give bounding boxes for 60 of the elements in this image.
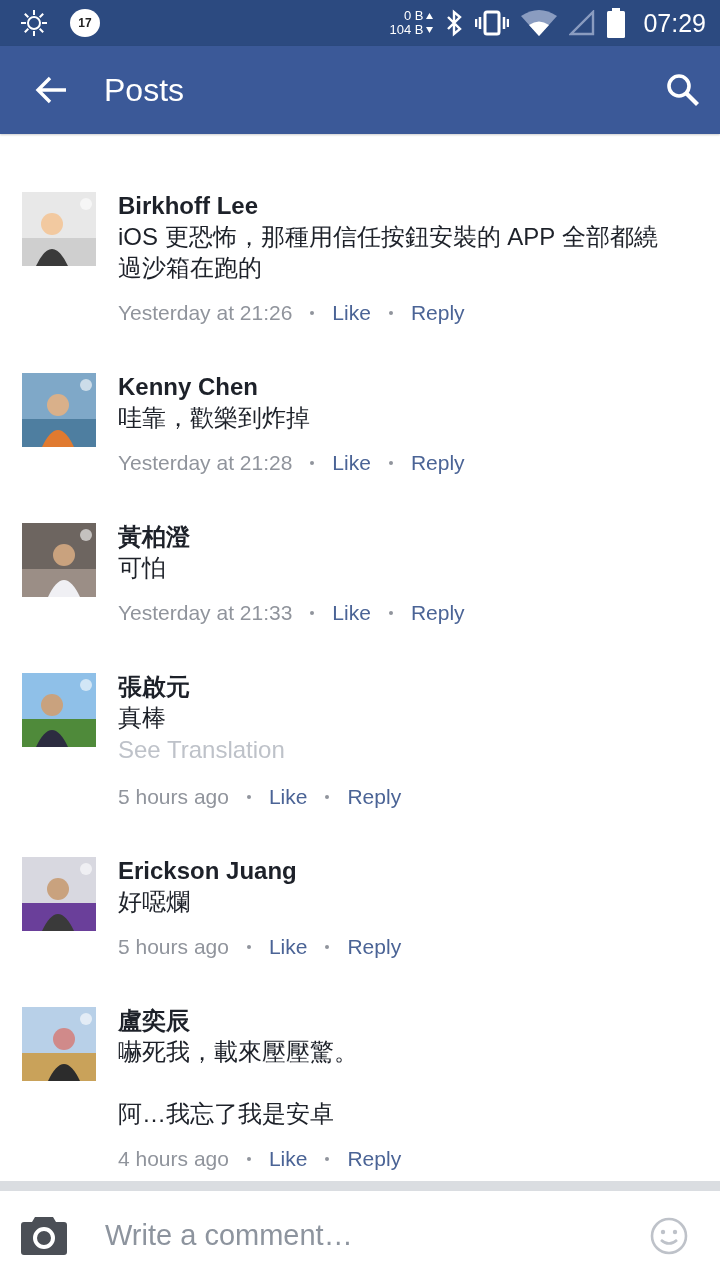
comment-author[interactable]: 張啟元 bbox=[118, 671, 672, 702]
back-button[interactable] bbox=[34, 75, 68, 105]
separator-dot bbox=[246, 945, 251, 949]
comment-input[interactable]: Write a comment… bbox=[103, 1218, 614, 1253]
like-link[interactable]: Like bbox=[332, 301, 371, 325]
comment-time: Yesterday at 21:26 bbox=[118, 301, 293, 325]
comment-author[interactable]: Kenny Chen bbox=[118, 371, 672, 402]
separator-dot bbox=[388, 461, 393, 465]
comment-text: 嚇死我，載來壓壓驚。 bbox=[118, 1037, 359, 1067]
notification-badge: 17 bbox=[70, 9, 100, 37]
reply-link[interactable]: Reply bbox=[347, 935, 402, 959]
reply-link[interactable]: Reply bbox=[410, 451, 465, 475]
separator-dot bbox=[325, 1157, 330, 1161]
page-title: Posts bbox=[104, 71, 186, 109]
separator-dot bbox=[310, 461, 315, 465]
comment-text: 可怕 bbox=[118, 553, 167, 583]
comment-text: 哇靠，歡樂到炸掉 bbox=[118, 403, 311, 433]
battery-icon bbox=[607, 8, 626, 38]
vibrate-icon bbox=[475, 10, 510, 36]
separator-dot bbox=[325, 795, 330, 799]
comment-text: 好噁爛 bbox=[118, 887, 191, 917]
like-link[interactable]: Like bbox=[268, 785, 308, 809]
comment-text: 阿…我忘了我是安卓 bbox=[118, 1099, 335, 1129]
comment-time: Yesterday at 21:28 bbox=[118, 451, 293, 475]
comment-author[interactable]: Erickson Juang bbox=[118, 855, 672, 886]
separator-dot bbox=[388, 311, 393, 315]
down-arrow-icon bbox=[426, 27, 434, 33]
comment-author[interactable]: 盧奕辰 bbox=[118, 1005, 672, 1036]
like-link[interactable]: Like bbox=[268, 935, 308, 959]
comment-time: 5 hours ago bbox=[118, 785, 229, 809]
reply-link[interactable]: Reply bbox=[410, 601, 465, 625]
comment-time: Yesterday at 21:33 bbox=[118, 601, 293, 625]
like-link[interactable]: Like bbox=[332, 451, 371, 475]
comment-text: 真棒 bbox=[118, 703, 167, 733]
comment-time: 4 hours ago bbox=[118, 1147, 229, 1171]
reply-link[interactable]: Reply bbox=[410, 301, 465, 325]
download-rate: 104 B bbox=[389, 23, 424, 37]
upload-rate: 0 B bbox=[403, 9, 424, 23]
separator-dot bbox=[388, 611, 393, 615]
reply-link[interactable]: Reply bbox=[347, 785, 402, 809]
search-button[interactable] bbox=[666, 73, 700, 107]
camera-icon[interactable] bbox=[21, 1216, 67, 1255]
separator-dot bbox=[310, 611, 315, 615]
signal-icon bbox=[569, 10, 596, 36]
separator-dot bbox=[325, 945, 330, 949]
up-arrow-icon bbox=[426, 13, 434, 19]
separator-dot bbox=[310, 311, 315, 315]
wifi-icon bbox=[521, 10, 558, 36]
comment-author[interactable]: Birkhoff Lee bbox=[118, 190, 672, 221]
comment-time: 5 hours ago bbox=[118, 935, 229, 959]
like-link[interactable]: Like bbox=[332, 601, 371, 625]
reply-link[interactable]: Reply bbox=[347, 1147, 402, 1171]
separator-dot bbox=[246, 1157, 251, 1161]
bluetooth-icon bbox=[445, 9, 464, 37]
comment-author[interactable]: 黃柏澄 bbox=[118, 521, 672, 552]
clock: 07:29 bbox=[643, 8, 706, 38]
separator-dot bbox=[246, 795, 251, 799]
brightness-icon bbox=[20, 9, 48, 37]
like-link[interactable]: Like bbox=[268, 1147, 308, 1171]
comment-text: iOS 更恐怖，那種用信任按鈕安裝的 APP 全部都繞過沙箱在跑的 bbox=[118, 222, 659, 283]
